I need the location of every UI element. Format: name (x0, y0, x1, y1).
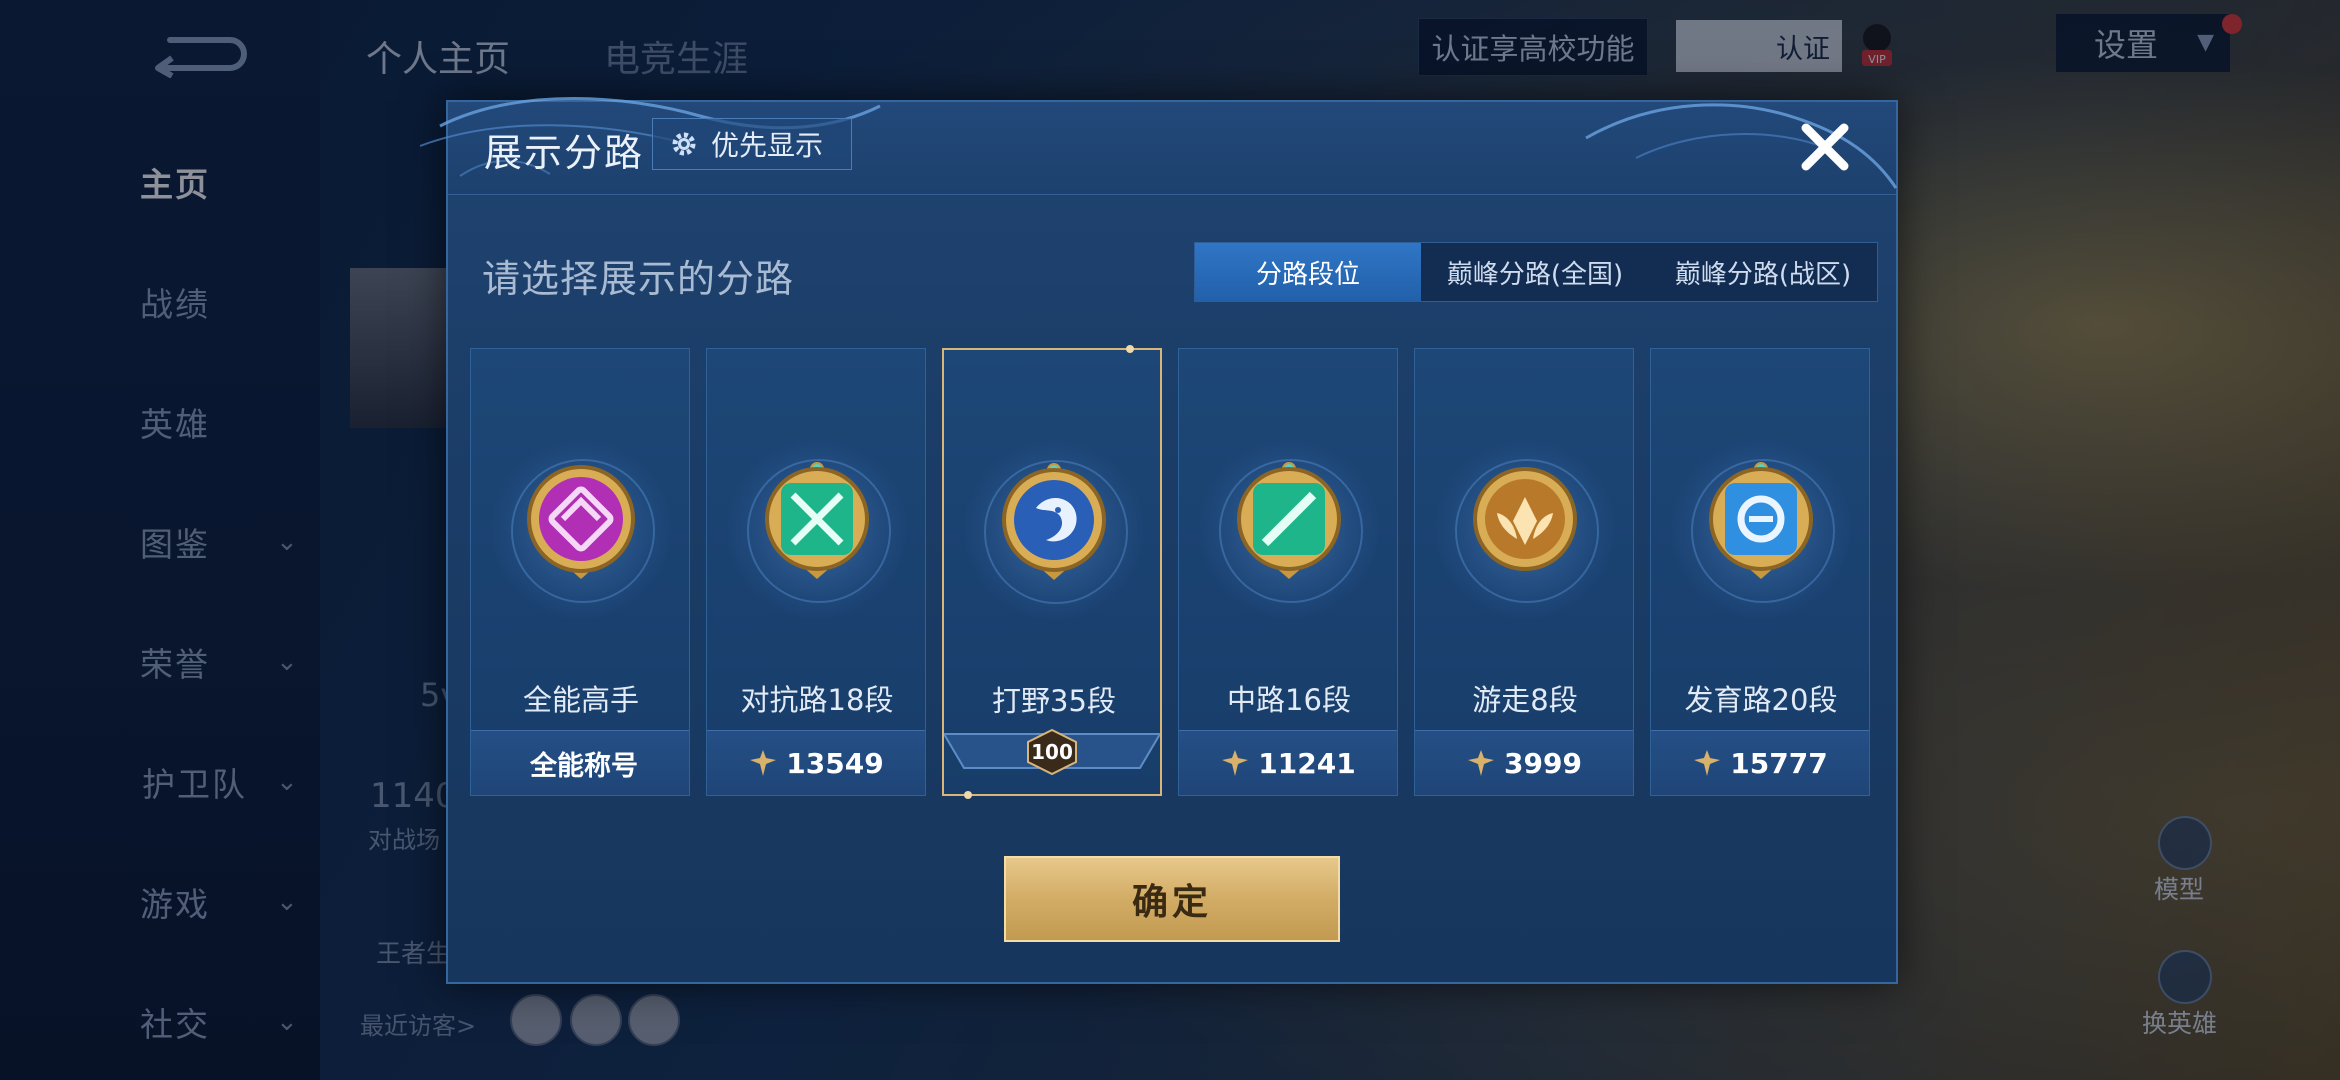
decorative-swirl-icon (1585, 103, 1898, 189)
clash-lane-emblem-icon (765, 462, 869, 579)
rank-points-icon (750, 750, 777, 776)
card-lane-name: 发育路20段 (1684, 683, 1838, 717)
rank-points-icon (1694, 750, 1721, 776)
rank-points-icon (1468, 750, 1495, 776)
farm-lane-emblem-icon (1709, 462, 1813, 579)
card-lane-name: 中路16段 (1227, 683, 1351, 717)
card-footer-points: 3999 (1504, 746, 1582, 780)
lane-card-clash[interactable]: 对抗路18段 13549 (706, 348, 926, 796)
lane-card-roam[interactable]: 游走8段 3999 (1414, 348, 1634, 796)
selected-corner-dot (1126, 345, 1134, 353)
card-footer: 全能称号 (471, 730, 689, 795)
confirm-button[interactable]: 确定 (1004, 856, 1340, 942)
card-footer: 11241 (1179, 730, 1397, 795)
lane-card-jungle[interactable]: 打野35段 100 (942, 345, 1162, 799)
close-icon (1801, 123, 1849, 171)
tab-lane-rank[interactable]: 分路段位 (1195, 243, 1421, 301)
card-lane-name: 打野35段 (992, 684, 1116, 718)
card-lane-name: 全能高手 (522, 683, 639, 717)
lane-type-tabs: 分路段位 巅峰分路(全国) 巅峰分路(战区) (1194, 242, 1878, 302)
card-footer-points: 13549 (786, 746, 884, 780)
card-footer: 3999 (1415, 730, 1633, 795)
tab-peak-region[interactable]: 巅峰分路(战区) (1649, 243, 1877, 301)
confirm-label: 确定 (1131, 882, 1212, 923)
lane-card-mid[interactable]: 中路16段 11241 (1178, 348, 1398, 796)
card-lane-name: 游走8段 (1472, 683, 1578, 717)
lane-display-dialog: 展示分路 优先显示 请选择展示的分路 分路段位 巅峰分路(全国) 巅峰分路(战区… (419, 97, 1898, 984)
card-footer-points: 15777 (1730, 746, 1828, 780)
jungle-emblem-icon (1002, 463, 1106, 580)
card-footer-text: 全能称号 (530, 750, 638, 782)
gear-icon (672, 132, 696, 156)
card-footer: 13549 (707, 730, 925, 795)
rank-points-icon (1222, 750, 1249, 776)
tab-peak-national[interactable]: 巅峰分路(全国) (1421, 243, 1649, 301)
rank-badge-value: 100 (1031, 740, 1073, 764)
priority-display-button[interactable]: 优先显示 (652, 118, 852, 170)
roam-emblem-icon (1473, 467, 1577, 571)
card-footer-points: 11241 (1258, 746, 1356, 780)
all-round-emblem-icon (527, 465, 635, 579)
lane-card-farm[interactable]: 发育路20段 15777 (1650, 348, 1870, 796)
dialog-subtitle: 请选择展示的分路 (482, 257, 795, 301)
close-button[interactable] (1796, 118, 1854, 176)
mid-lane-emblem-icon (1237, 462, 1341, 579)
card-footer: 15777 (1651, 730, 1869, 795)
dialog-title: 展示分路 (484, 131, 645, 175)
lane-card-all-round[interactable]: 全能高手 全能称号 (470, 348, 690, 796)
priority-display-label: 优先显示 (711, 129, 824, 162)
card-lane-name: 对抗路18段 (740, 683, 894, 717)
